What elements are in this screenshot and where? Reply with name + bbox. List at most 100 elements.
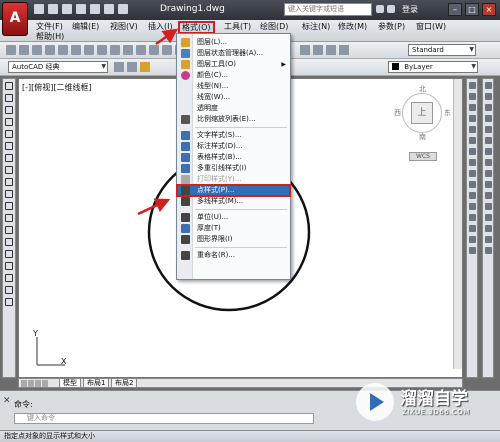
snap-none-icon[interactable] [484,247,492,254]
menu-item-mleader-style[interactable]: 多重引线样式(I) [177,163,290,174]
login-link[interactable]: 登录 [402,4,418,15]
snap-extension-icon[interactable] [484,148,492,155]
chamfer-icon[interactable] [468,225,476,232]
close-button[interactable]: × [482,3,496,16]
publish-icon[interactable] [71,45,81,55]
properties-icon[interactable] [300,45,310,55]
snap-quadrant-icon[interactable] [484,170,492,177]
copy-object-icon[interactable] [468,93,476,100]
ellipse-icon[interactable] [5,190,13,198]
menu-item-point-style[interactable]: 点样式(P)... [176,184,291,197]
redo-icon[interactable] [118,4,128,14]
menu-item-scale-list[interactable]: 比例缩放列表(E)... [177,114,290,125]
pan-icon[interactable] [162,45,172,55]
rectangle-icon[interactable] [5,130,13,138]
menu-item-layers[interactable]: 图层(L)... [177,37,290,48]
redo-icon[interactable] [149,45,159,55]
print-icon[interactable] [90,4,100,14]
viewcube-top-face[interactable]: 上 [411,102,433,124]
viewcube-east[interactable]: 东 [444,108,451,118]
cut-icon[interactable] [84,45,94,55]
design-center-icon[interactable] [313,45,323,55]
erase-icon[interactable] [468,82,476,89]
tab-model[interactable]: 模型 [59,379,81,388]
viewcube[interactable]: 北 南 西 东 上 WCS [394,84,454,164]
open-icon[interactable] [19,45,29,55]
save-as-icon[interactable] [76,4,86,14]
trim-icon[interactable] [468,181,476,188]
polygon-icon[interactable] [5,118,13,126]
snap-parallel-icon[interactable] [484,203,492,210]
save-icon[interactable] [62,4,72,14]
menu-view[interactable]: 视图(V) [110,22,138,32]
construction-line-icon[interactable] [5,94,13,102]
menu-item-thickness[interactable]: 厚度(T) [177,223,290,234]
table-icon[interactable] [5,286,13,294]
mirror-icon[interactable] [468,104,476,111]
minimize-button[interactable]: – [448,3,462,16]
menu-item-dim-style[interactable]: 标注样式(D)... [177,141,290,152]
menu-modify[interactable]: 修改(M) [338,22,367,32]
menu-dimension[interactable]: 标注(N) [302,22,330,32]
menu-item-limits[interactable]: 图形界限(I) [177,234,290,245]
maximize-button[interactable]: □ [465,3,479,16]
revision-cloud-icon[interactable] [5,166,13,174]
spline-icon[interactable] [5,178,13,186]
region-icon[interactable] [5,274,13,282]
menu-item-color-wheel[interactable]: 颜色(C)... [177,70,290,81]
extend-icon[interactable] [468,192,476,199]
match-properties-icon[interactable] [123,45,133,55]
user-icon[interactable] [387,5,395,13]
point-icon[interactable] [5,238,13,246]
explode-icon[interactable] [468,247,476,254]
undo-icon[interactable] [104,4,114,14]
arc-icon[interactable] [5,142,13,150]
menu-item-item-6[interactable]: 透明度 [177,103,290,114]
viewcube-west[interactable]: 西 [394,108,401,118]
rotate-icon[interactable] [468,148,476,155]
make-block-icon[interactable] [5,226,13,234]
menu-draw[interactable]: 绘图(D) [260,22,288,32]
menu-parameters[interactable]: 参数(P) [378,22,405,32]
menu-item-mline-style[interactable]: 多线样式(M)... [177,196,290,207]
snap-insert-icon[interactable] [484,214,492,221]
snap-from-icon[interactable] [484,93,492,100]
command-input[interactable]: 键入命令 [14,413,314,424]
array-icon[interactable] [468,126,476,133]
move-icon[interactable] [468,137,476,144]
layer-bulb-icon[interactable] [140,62,150,72]
circle-icon[interactable] [5,154,13,162]
layer-properties-icon[interactable] [127,62,137,72]
tool-palettes-icon[interactable] [326,45,336,55]
insert-block-icon[interactable] [5,214,13,222]
new-icon[interactable] [6,45,16,55]
snap-nearest-icon[interactable] [484,236,492,243]
scale-icon[interactable] [468,159,476,166]
menu-item-table-style[interactable]: 表格样式(B)... [177,152,290,163]
vertical-scrollbar[interactable] [453,79,462,369]
workspace-select[interactable]: AutoCAD 经典 ▼ [8,61,108,73]
join-icon[interactable] [468,214,476,221]
wcs-menu-button[interactable]: WCS [409,152,437,161]
application-menu-button[interactable]: A [2,2,28,36]
menu-item-item-4[interactable]: 线型(N)... [177,81,290,92]
temp-track-icon[interactable] [484,82,492,89]
menu-item-layer-state[interactable]: 图层状态管理器(A)... [177,48,290,59]
snap-intersection-icon[interactable] [484,126,492,133]
offset-icon[interactable] [468,115,476,122]
snap-endpoint-icon[interactable] [484,104,492,111]
stretch-icon[interactable] [468,170,476,177]
search-icon[interactable] [376,5,384,13]
snap-apparent-icon[interactable] [484,137,492,144]
copy-icon[interactable] [97,45,107,55]
gradient-icon[interactable] [5,262,13,270]
snap-midpoint-icon[interactable] [484,115,492,122]
save-icon[interactable] [32,45,42,55]
snap-center-icon[interactable] [484,159,492,166]
tab-layout2[interactable]: 布局2 [111,379,138,388]
undo-icon[interactable] [136,45,146,55]
last-tab-icon[interactable] [42,380,48,387]
preview-icon[interactable] [58,45,68,55]
break-icon[interactable] [468,203,476,210]
workspace-settings-icon[interactable] [114,62,124,72]
